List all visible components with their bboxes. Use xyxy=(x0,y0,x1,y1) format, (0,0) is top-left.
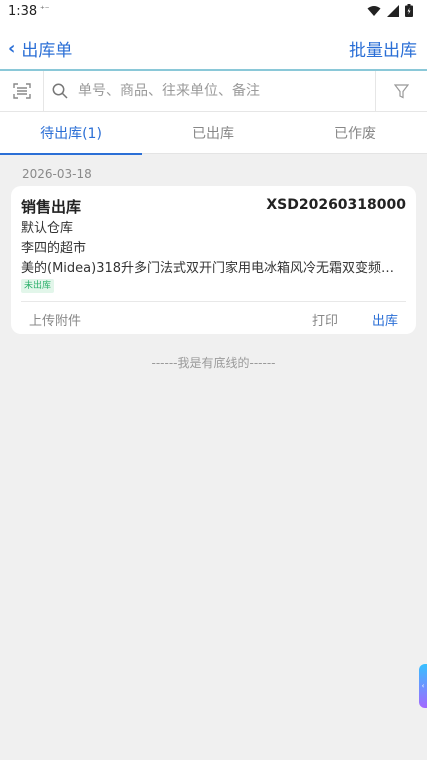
search-input[interactable] xyxy=(78,83,358,99)
search-bar xyxy=(0,71,427,112)
battery-icon xyxy=(405,4,413,17)
page-title: 出库单 xyxy=(21,40,73,61)
network-speed-indicator: ⁺⁻ xyxy=(40,5,50,15)
signal-icon xyxy=(387,4,399,17)
wifi-icon xyxy=(367,5,381,16)
chevron-left-icon: ‹ xyxy=(8,37,16,59)
active-tab-indicator xyxy=(0,153,142,155)
chevron-left-icon: ‹ xyxy=(421,682,425,690)
status-icons xyxy=(367,4,413,17)
order-product: 美的(Midea)318升多门法式双开门家用电冰箱风冷无霜双变频持久保鲜 xyxy=(21,261,406,276)
search-icon xyxy=(52,83,68,99)
status-tabs: 待出库(1) 已出库 已作废 xyxy=(0,112,427,155)
tab-label: 已出库 xyxy=(192,126,234,142)
upload-attachment-button[interactable]: 上传附件 xyxy=(29,310,81,329)
filter-button[interactable] xyxy=(375,71,427,111)
order-card[interactable]: 销售出库 XSD20260318000 默认仓库 李四的超市 美的(Midea)… xyxy=(11,186,416,334)
scan-icon xyxy=(12,83,31,99)
date-group-label: 2026-03-18 xyxy=(22,167,92,181)
status-time: 1:38 xyxy=(8,4,38,19)
tab-voided[interactable]: 已作废 xyxy=(284,112,426,154)
order-warehouse: 默认仓库 xyxy=(21,221,74,236)
tab-label: 待出库(1) xyxy=(40,126,102,142)
back-button[interactable]: ‹ 出库单 xyxy=(4,34,76,62)
status-badge: 未出库 xyxy=(21,279,55,293)
floating-side-tab[interactable]: ‹ xyxy=(419,664,427,708)
print-button[interactable]: 打印 xyxy=(312,310,338,329)
batch-outbound-button[interactable]: 批量出库 xyxy=(349,36,417,61)
app-header: ‹ 出库单 批量出库 xyxy=(0,26,427,70)
order-type: 销售出库 xyxy=(21,198,82,216)
tab-pending[interactable]: 待出库(1) xyxy=(0,112,142,155)
scan-button[interactable] xyxy=(0,71,44,111)
tab-shipped[interactable]: 已出库 xyxy=(142,112,284,154)
order-customer: 李四的超市 xyxy=(21,241,87,256)
outbound-button[interactable]: 出库 xyxy=(372,310,398,329)
order-number: XSD20260318000 xyxy=(266,197,406,213)
card-divider xyxy=(21,301,406,302)
tab-label: 已作废 xyxy=(334,126,376,142)
filter-icon xyxy=(394,83,409,98)
search-field[interactable] xyxy=(52,71,372,111)
list-end-text: ------我是有底线的------ xyxy=(151,356,276,370)
status-bar: 1:38 ⁺⁻ xyxy=(0,0,427,26)
